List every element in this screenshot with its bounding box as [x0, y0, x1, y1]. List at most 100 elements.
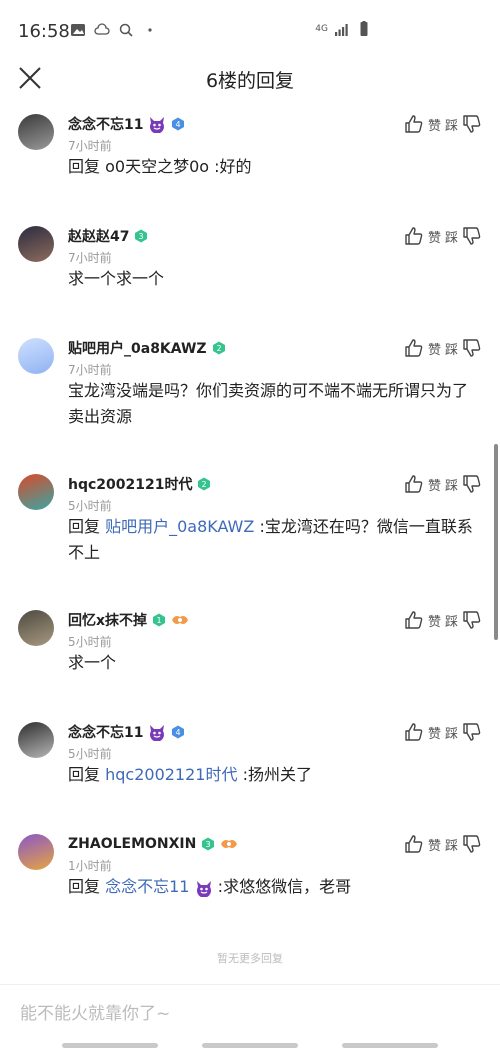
- comment-item: 念念不忘11 4 7小时前 赞踩回复 o0天空之梦0o :好的: [0, 104, 500, 214]
- thumbs-down-icon[interactable]: [462, 226, 482, 246]
- username[interactable]: 回忆x抹不掉: [68, 610, 147, 630]
- thumbs-down-icon[interactable]: [462, 834, 482, 854]
- comment-item: ZHAOLEMONXIN 3 1小时前 赞踩回复 念念不忘11 :求悠悠微信，老哥: [0, 824, 500, 934]
- name-row: 贴吧用户_0a8KAWZ 2: [68, 338, 226, 358]
- reply-input-bar: 能不能火就靠你了~: [0, 984, 500, 1034]
- name-row: 回忆x抹不掉 1: [68, 610, 189, 630]
- thumbs-up-icon[interactable]: [404, 834, 424, 854]
- dislike-label[interactable]: 踩: [445, 835, 458, 854]
- thumbs-down-icon[interactable]: [462, 722, 482, 742]
- like-label[interactable]: 赞: [428, 475, 441, 494]
- dislike-label[interactable]: 踩: [445, 475, 458, 494]
- reply-prefix: 回复: [68, 517, 101, 536]
- action-group: 赞踩: [404, 114, 482, 134]
- thumbs-down-icon[interactable]: [462, 610, 482, 630]
- dislike-label[interactable]: 踩: [445, 115, 458, 134]
- reply-prefix: 回复: [68, 765, 101, 784]
- nav-home-gesture[interactable]: [202, 1043, 298, 1048]
- username[interactable]: 赵赵赵47: [68, 226, 129, 246]
- scrollbar[interactable]: [494, 444, 498, 640]
- comment-text: 求一个: [68, 650, 483, 676]
- reply-input[interactable]: 能不能火就靠你了~: [20, 999, 170, 1024]
- status-time: 16:58: [18, 21, 70, 42]
- dislike-label[interactable]: 踩: [445, 723, 458, 742]
- comment-body: 求一个: [68, 653, 117, 672]
- action-group: 赞踩: [404, 474, 482, 494]
- comment-text: 宝龙湾没端是吗？你们卖资源的可不端不端无所谓只为了卖出资源: [68, 378, 483, 430]
- avatar[interactable]: [18, 474, 54, 510]
- like-label[interactable]: 赞: [428, 723, 441, 742]
- username[interactable]: ZHAOLEMONXIN: [68, 836, 196, 852]
- reply-target-link[interactable]: 贴吧用户_0a8KAWZ: [105, 517, 254, 536]
- timestamp: 1小时前: [68, 859, 112, 873]
- timestamp: 7小时前: [68, 363, 112, 377]
- level-badge-icon: 4: [172, 725, 185, 739]
- dislike-label[interactable]: 踩: [445, 611, 458, 630]
- devil-emoji-icon: [150, 117, 165, 133]
- username[interactable]: 念念不忘11: [68, 114, 143, 134]
- avatar[interactable]: [18, 834, 54, 870]
- name-row: 念念不忘11 4: [68, 722, 185, 742]
- like-label[interactable]: 赞: [428, 611, 441, 630]
- search-icon: [119, 23, 133, 37]
- dot-icon: [148, 28, 152, 32]
- avatar[interactable]: [18, 610, 54, 646]
- top-bar: 6楼的回复: [0, 52, 500, 102]
- comment-body: 求一个求一个: [68, 269, 165, 288]
- thumbs-up-icon[interactable]: [404, 474, 424, 494]
- thumbs-up-icon[interactable]: [404, 114, 424, 134]
- username[interactable]: hqc2002121时代: [68, 474, 192, 494]
- name-row: 赵赵赵47 3: [68, 226, 148, 246]
- network-type: 4G: [315, 23, 328, 34]
- thumbs-up-icon[interactable]: [404, 226, 424, 246]
- svg-text:4: 4: [176, 728, 181, 737]
- thumbs-down-icon[interactable]: [462, 338, 482, 358]
- reply-target-link: o0天空之梦0o: [105, 157, 210, 176]
- reply-target-link[interactable]: hqc2002121时代: [105, 765, 237, 784]
- action-group: 赞踩: [404, 610, 482, 630]
- avatar[interactable]: [18, 226, 54, 262]
- timestamp: 5小时前: [68, 747, 112, 761]
- comment-text: 回复 贴吧用户_0a8KAWZ :宝龙湾还在吗？微信一直联系不上: [68, 514, 483, 566]
- no-more-replies-text: 暂无更多回复: [217, 952, 283, 965]
- name-row: hqc2002121时代 2: [68, 474, 211, 494]
- username[interactable]: 念念不忘11: [68, 722, 143, 742]
- devil-emoji-icon: [196, 880, 211, 898]
- avatar[interactable]: [18, 722, 54, 758]
- like-label[interactable]: 赞: [428, 227, 441, 246]
- like-label[interactable]: 赞: [428, 835, 441, 854]
- comment-item: 贴吧用户_0a8KAWZ 2 7小时前 赞踩宝龙湾没端是吗？你们卖资源的可不端不端无所…: [0, 328, 500, 438]
- svg-text:2: 2: [216, 344, 221, 353]
- timestamp: 5小时前: [68, 499, 112, 513]
- comment-body: 宝龙湾没端是吗？你们卖资源的可不端不端无所谓只为了卖出资源: [68, 381, 469, 426]
- like-label[interactable]: 赞: [428, 339, 441, 358]
- comment-item: 念念不忘11 4 5小时前 赞踩回复 hqc2002121时代 :扬州关了: [0, 712, 500, 822]
- level-badge-icon: 2: [212, 341, 225, 355]
- dislike-label[interactable]: 踩: [445, 339, 458, 358]
- dislike-label[interactable]: 踩: [445, 227, 458, 246]
- nav-recent-gesture[interactable]: [342, 1043, 438, 1048]
- thumbs-up-icon[interactable]: [404, 722, 424, 742]
- fire-badge-icon: [221, 840, 238, 848]
- thumbs-down-icon[interactable]: [462, 114, 482, 134]
- cloud-sync-icon: [94, 23, 110, 35]
- comment-item: 赵赵赵47 3 7小时前 赞踩求一个求一个: [0, 216, 500, 326]
- timestamp: 5小时前: [68, 635, 112, 649]
- like-label[interactable]: 赞: [428, 115, 441, 134]
- fire-badge-icon: [172, 616, 189, 624]
- devil-emoji-icon: [150, 725, 165, 741]
- comment-text: 求一个求一个: [68, 266, 483, 292]
- thumbs-up-icon[interactable]: [404, 610, 424, 630]
- reply-target-link[interactable]: 念念不忘11: [105, 877, 189, 896]
- action-group: 赞踩: [404, 834, 482, 854]
- nav-back-gesture[interactable]: [62, 1043, 158, 1048]
- username[interactable]: 贴吧用户_0a8KAWZ: [68, 338, 207, 358]
- thumbs-up-icon[interactable]: [404, 338, 424, 358]
- avatar[interactable]: [18, 338, 54, 374]
- reply-prefix: 回复: [68, 157, 101, 176]
- avatar[interactable]: [18, 114, 54, 150]
- action-group: 赞踩: [404, 226, 482, 246]
- comment-body: :好的: [214, 157, 252, 176]
- thumbs-down-icon[interactable]: [462, 474, 482, 494]
- comment-item: 回忆x抹不掉 1 5小时前 赞踩求一个: [0, 600, 500, 710]
